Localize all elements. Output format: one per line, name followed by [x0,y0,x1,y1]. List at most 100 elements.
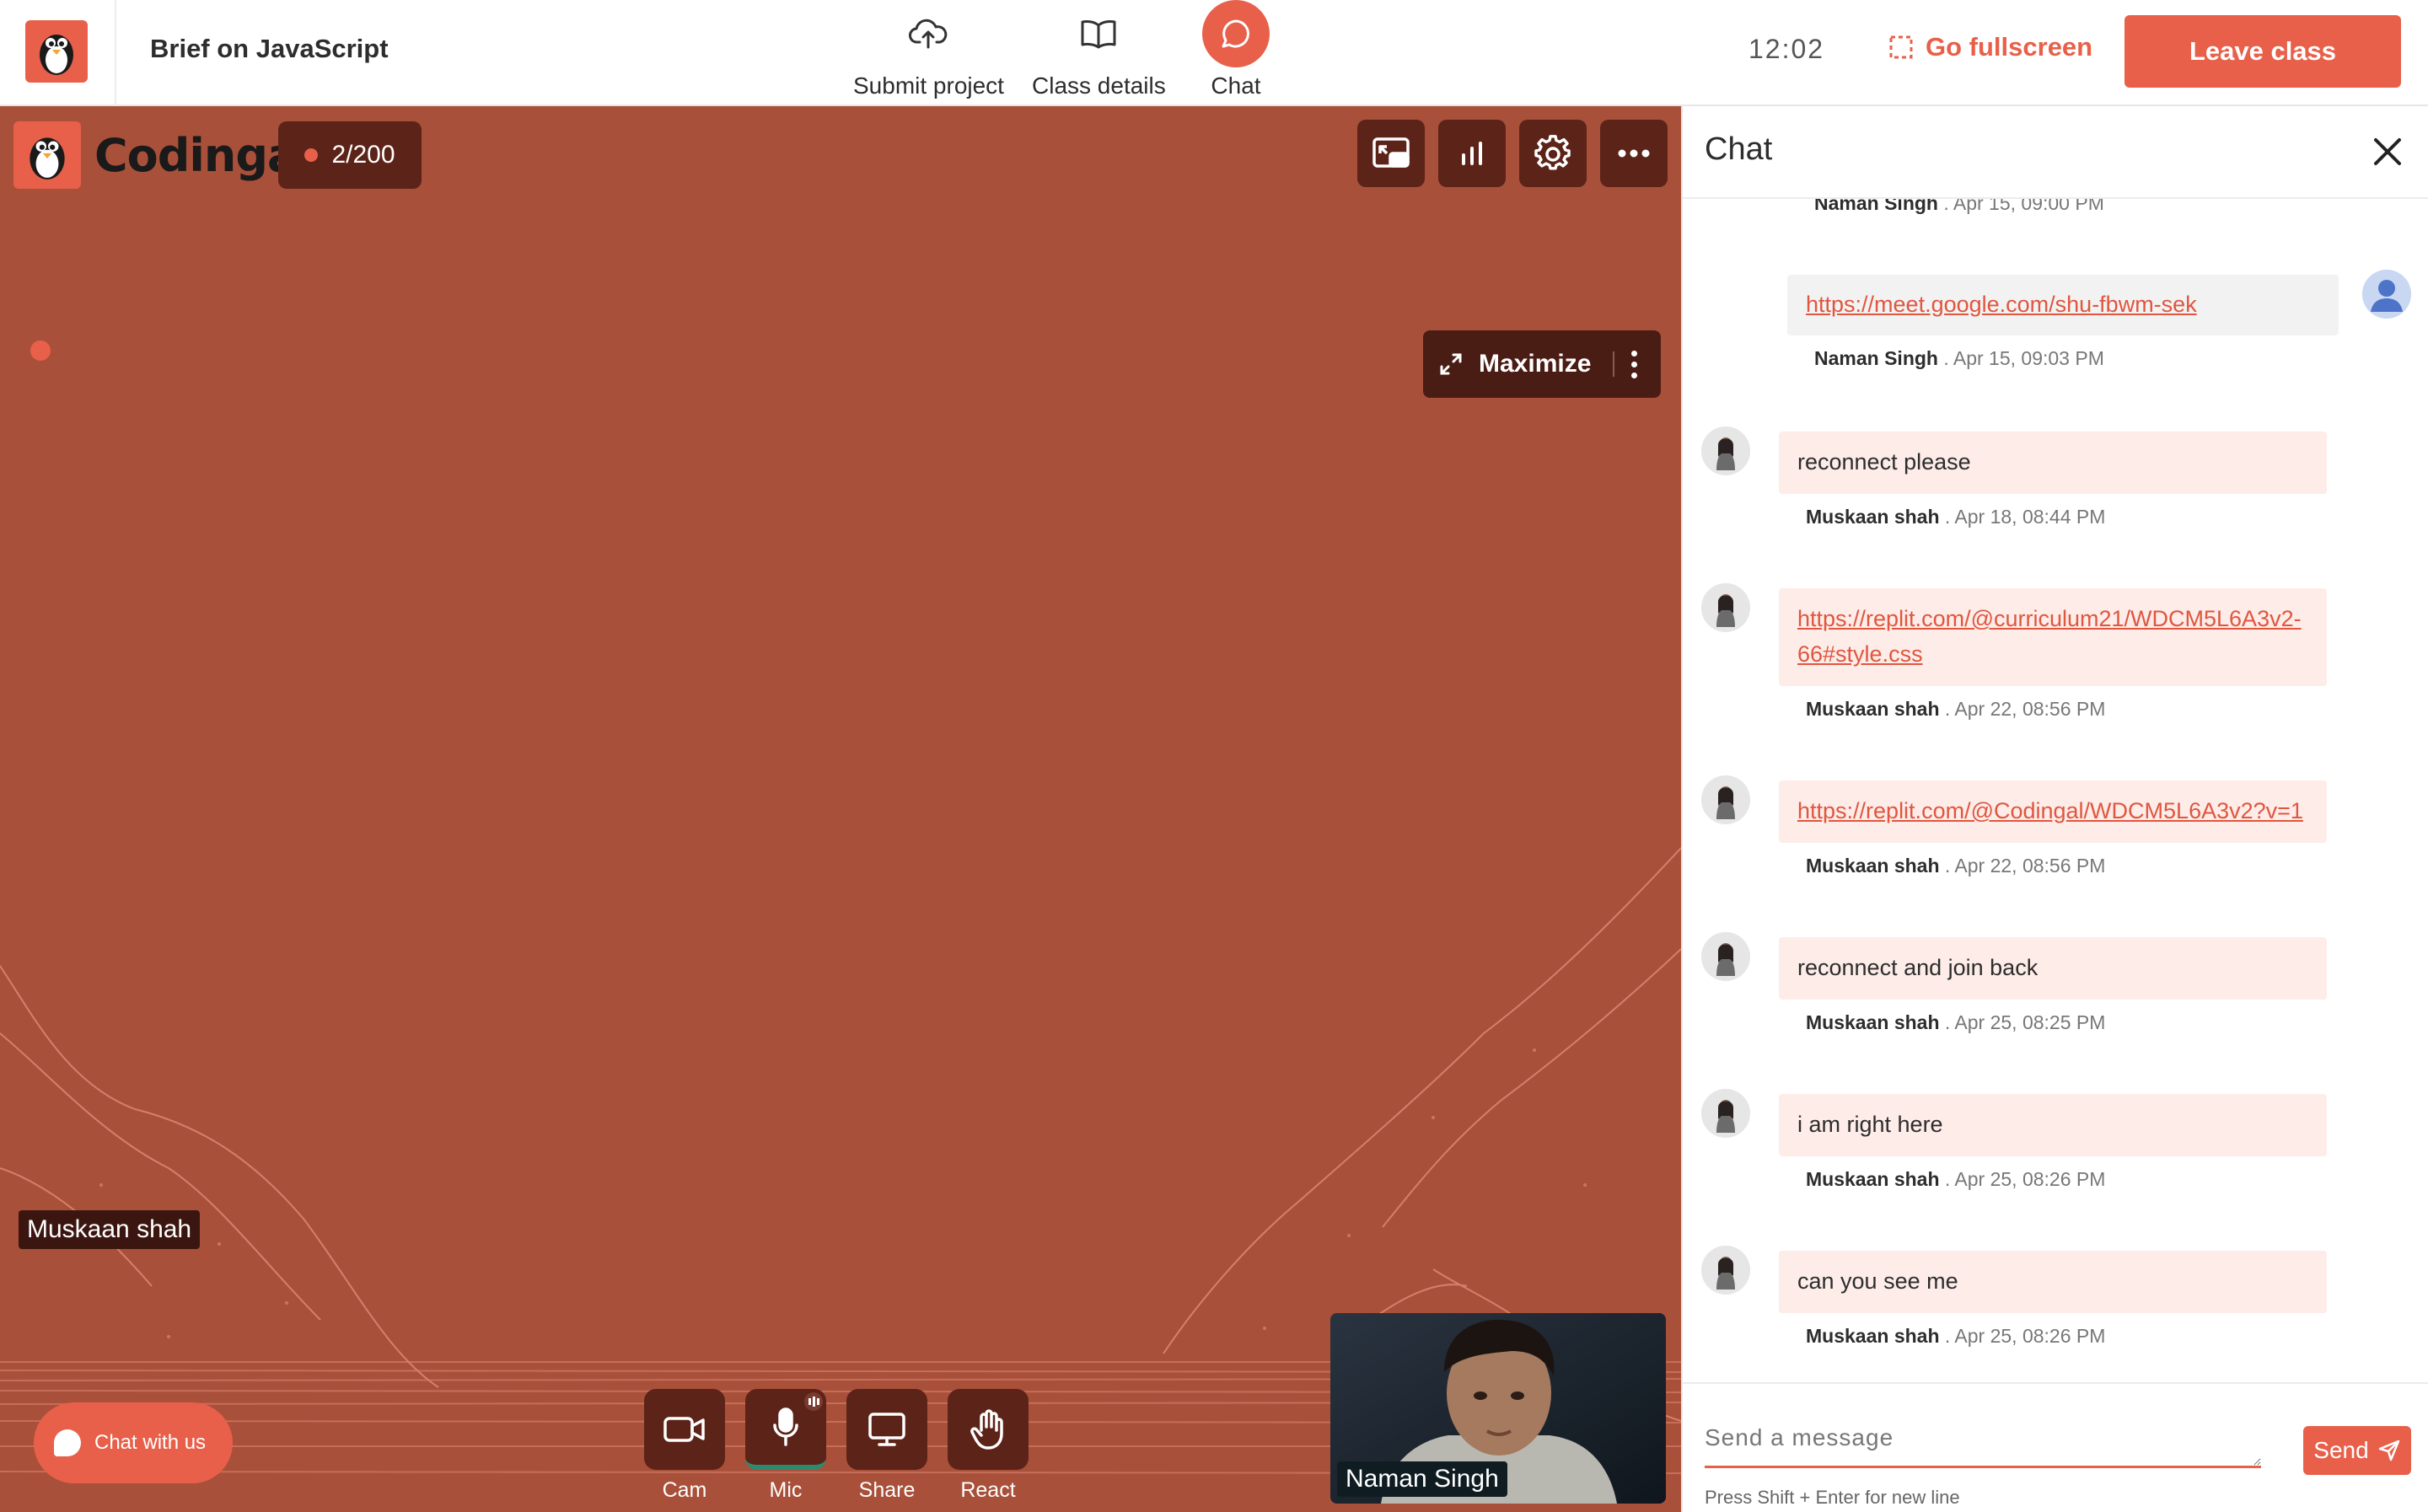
bar-chart-icon [1462,142,1482,165]
chat-composer: Send Press Shift + Enter for new line [1683,1382,2428,1512]
chat-message: https://replit.com/@Codingal/WDCM5L6A3v2… [1779,780,2327,843]
user-avatar-icon [1701,932,1750,981]
participant-name-tag: Muskaan shah [19,1210,201,1249]
class-title: Brief on JavaScript [150,34,389,63]
recording-dot-icon [30,340,51,361]
chat-bubble-icon [1202,0,1270,67]
message-time: Apr 15, 09:03 PM [1953,347,2104,369]
message-author: Muskaan shah [1806,1011,1940,1033]
penguin-logo-icon [13,121,81,189]
top-bar: Brief on JavaScript Submit project Class… [0,0,2428,106]
raised-hand-icon [970,1409,1003,1450]
message-time: Apr 15, 09:00 PM [1953,199,2104,214]
fullscreen-label: Go fullscreen [1926,32,2093,62]
mic-control: Mic [745,1389,826,1503]
self-video-tile[interactable]: Naman Singh [1330,1313,1666,1504]
go-fullscreen-button[interactable]: Go fullscreen [1888,32,2092,62]
mic-label: Mic [769,1478,803,1502]
message-meta: Naman Singh . Apr 15, 09:03 PM [1814,347,2104,369]
composer-hint: Press Shift + Enter for new line [1705,1487,1960,1508]
participant-count-badge[interactable]: 2/200 [278,121,422,189]
maximize-button[interactable]: Maximize [1423,330,1661,398]
message-author: Muskaan shah [1806,1325,1940,1347]
message-author: Naman Singh [1814,347,1938,369]
message-author: Naman Singh [1814,199,1938,214]
leave-class-button[interactable]: Leave class [2124,15,2401,88]
send-button[interactable]: Send [2303,1426,2411,1475]
chat-messages[interactable]: Naman Singh . Apr 15, 09:00 PM https://m… [1683,199,2428,1389]
message-input[interactable] [1705,1421,2261,1468]
react-label: React [960,1478,1016,1502]
stats-button[interactable] [1438,120,1506,187]
expand-arrows-icon [1440,353,1462,375]
cam-button[interactable] [644,1389,725,1470]
divider [1613,351,1615,377]
submit-project-button[interactable]: Submit project [853,0,1004,106]
share-button[interactable] [846,1389,927,1470]
mic-level-icon [804,1392,823,1411]
message-meta: Muskaan shah . Apr 18, 08:44 PM [1806,506,2106,528]
nav-label: Class details [1032,72,1166,99]
chat-bubble-icon [54,1429,81,1456]
share-control: Share [846,1389,927,1503]
message-meta: Muskaan shah . Apr 25, 08:26 PM [1806,1325,2106,1347]
message-time: Apr 22, 08:56 PM [1954,698,2106,720]
picture-in-picture-button[interactable] [1357,120,1425,187]
cam-label: Cam [662,1478,707,1502]
message-meta: Muskaan shah . Apr 25, 08:25 PM [1806,1011,2106,1033]
chat-tab-button[interactable]: Chat [1202,0,1270,106]
chat-message: i am right here [1779,1094,2327,1156]
fullscreen-icon [1889,35,1913,59]
chat-message: reconnect please [1779,432,2327,494]
message-author: Muskaan shah [1806,506,1940,528]
picture-in-picture-icon [1372,137,1410,168]
chat-message: https://meet.google.com/shu-fbwm-sek [1787,275,2339,335]
message-link[interactable]: https://meet.google.com/shu-fbwm-sek [1806,292,2197,317]
penguin-logo-icon[interactable] [25,20,88,83]
mic-button[interactable] [745,1389,826,1470]
cam-control: Cam [644,1389,725,1503]
participant-count: 2/200 [331,141,395,169]
message-time: Apr 25, 08:26 PM [1954,1168,2106,1190]
nav-label: Submit project [853,72,1004,99]
self-name-tag: Naman Singh [1337,1461,1507,1497]
message-author: Muskaan shah [1806,855,1940,877]
more-horizontal-icon [1618,149,1650,158]
user-avatar-icon [1701,583,1750,632]
chat-message: can you see me [1779,1251,2327,1313]
class-details-button[interactable]: Class details [1032,0,1166,106]
message-meta: Muskaan shah . Apr 22, 08:56 PM [1806,855,2106,877]
video-stage: Codingal 2/200 Maximize Muskaan shah Cha… [0,106,1681,1512]
message-author: Muskaan shah [1806,698,1940,720]
divider [115,0,116,106]
background-mountains-art [0,847,1681,1474]
message-link[interactable]: https://replit.com/@curriculum21/WDCM5L6… [1797,606,2302,667]
gear-icon [1534,135,1571,170]
user-avatar-icon [1701,426,1750,475]
message-time: Apr 18, 08:44 PM [1954,506,2106,528]
chat-with-us-button[interactable]: Chat with us [34,1402,233,1483]
message-meta: Muskaan shah . Apr 22, 08:56 PM [1806,698,2106,720]
message-link[interactable]: https://replit.com/@Codingal/WDCM5L6A3v2… [1797,798,2303,823]
call-controls: Cam Mic Share React [644,1389,1029,1503]
settings-button[interactable] [1519,120,1587,187]
more-vertical-icon[interactable] [1631,350,1638,378]
codingal-brand: Codingal [13,121,313,189]
message-meta: Naman Singh . Apr 15, 09:00 PM [1814,199,2104,215]
message-meta: Muskaan shah . Apr 25, 08:26 PM [1806,1168,2106,1190]
message-time: Apr 25, 08:25 PM [1954,1011,2106,1033]
live-dot-icon [304,148,319,162]
more-options-button[interactable] [1600,120,1668,187]
send-label: Send [2313,1437,2369,1463]
react-button[interactable] [948,1389,1029,1470]
maximize-label: Maximize [1479,350,1592,378]
nav-label: Chat [1211,72,1261,99]
user-avatar-icon [2362,270,2411,319]
send-arrow-icon [2378,1440,2399,1461]
share-label: Share [858,1478,916,1502]
camera-icon [663,1417,705,1442]
close-icon[interactable] [2371,135,2404,169]
user-avatar-icon [1701,1246,1750,1295]
screen-share-icon [868,1413,905,1446]
stage-toolbar [1357,120,1668,187]
